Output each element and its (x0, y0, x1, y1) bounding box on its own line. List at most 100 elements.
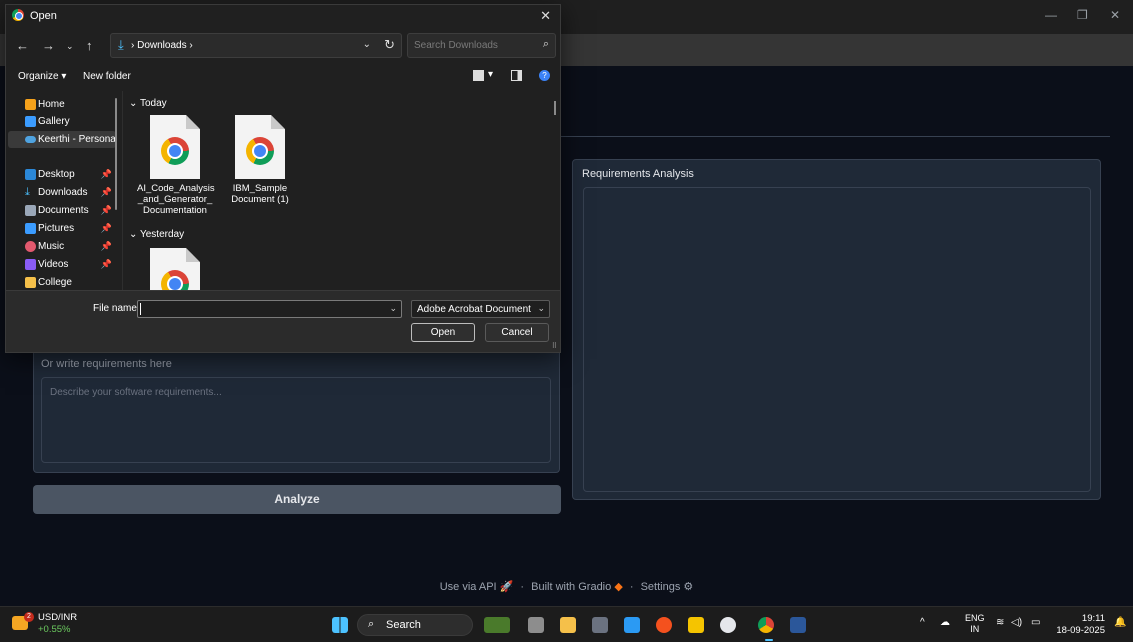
organize-button[interactable]: Organize ▾ (18, 71, 66, 82)
search-icon: ⌕ (542, 38, 549, 50)
chevron-down-icon[interactable]: ⌄ (389, 303, 397, 314)
chrome-icon[interactable] (758, 617, 774, 633)
chevron-down-icon[interactable]: ⌄ (363, 39, 371, 50)
nav-item-home[interactable]: Home (8, 96, 116, 113)
group-label: Yesterday (139, 229, 185, 240)
analyze-button[interactable]: Analyze (33, 485, 561, 514)
nav-label: Pictures (38, 223, 75, 234)
nav-item-videos[interactable]: Videos 📌 (8, 256, 116, 273)
pin-icon[interactable]: 📌 (101, 184, 112, 201)
file-explorer-icon[interactable] (560, 617, 576, 633)
bamboo-widget-icon[interactable] (484, 617, 510, 633)
notifications-icon[interactable]: 🔔 (1114, 617, 1126, 629)
settings-link[interactable]: Settings (641, 581, 681, 593)
taskbar-search[interactable]: ⌕ Search (357, 614, 473, 636)
requirements-textarea[interactable]: Describe your software requirements... (41, 377, 551, 463)
help-icon[interactable]: ? (539, 70, 550, 81)
minimize-icon[interactable]: — (1045, 8, 1057, 22)
pin-icon[interactable]: 📌 (101, 256, 112, 273)
nav-item-onedrive[interactable]: Keerthi - Personal (8, 131, 116, 148)
stock-change: +0.55% (38, 624, 71, 635)
pin-icon[interactable]: 📌 (101, 166, 112, 183)
weather-cloud-icon[interactable]: ☁ (940, 617, 950, 629)
nav-item-pictures[interactable]: Pictures 📌 (8, 220, 116, 237)
chevron-up-icon[interactable]: ^ (920, 617, 925, 629)
text-caret (140, 303, 141, 315)
breadcrumb-downloads[interactable]: Downloads (137, 40, 186, 51)
word-icon[interactable] (790, 617, 806, 633)
file-name-input[interactable]: ⌄ (137, 300, 402, 318)
file-item[interactable]: IBM_Sample Document (1) (222, 115, 298, 205)
language-indicator[interactable]: ENG IN (965, 613, 985, 635)
requirements-output (583, 187, 1091, 492)
windows-taskbar: 2 USD/INR +0.55% ⌕ Search ^ ☁ ENG IN ≋ ◁… (0, 606, 1133, 642)
open-button[interactable]: Open (411, 323, 475, 342)
pictures-icon (25, 223, 36, 234)
dialog-title: Open (30, 10, 57, 22)
vscode-icon[interactable] (624, 617, 640, 633)
mongodb-icon[interactable] (720, 617, 736, 633)
nav-item-music[interactable]: Music 📌 (8, 238, 116, 255)
close-icon[interactable]: ✕ (540, 8, 551, 24)
gradio-logo-icon: ◆ (614, 581, 623, 593)
view-dropdown-icon[interactable]: ▾ (488, 69, 493, 80)
documents-icon (25, 205, 36, 216)
refresh-icon[interactable]: ↻ (384, 37, 395, 53)
nav-label: Videos (38, 259, 69, 270)
chrome-document-icon (150, 115, 200, 179)
use-via-api-link[interactable]: Use via API (440, 581, 497, 593)
start-icon[interactable] (332, 617, 348, 633)
file-type-select[interactable]: Adobe Acrobat Document ⌄ (411, 300, 550, 318)
file-name-line: Documentation (143, 205, 207, 216)
address-breadcrumb[interactable]: ⤓ › Downloads › ⌄ ↻ (110, 33, 402, 58)
built-with-gradio-link[interactable]: Built with Gradio (531, 581, 611, 593)
volume-icon[interactable]: ◁) (1011, 617, 1022, 629)
new-folder-button[interactable]: New folder (83, 71, 131, 82)
recent-locations-icon[interactable]: ⌄ (66, 39, 74, 53)
navigation-pane: Home Gallery Keerthi - Personal Desktop 📌… (6, 91, 122, 290)
file-list: ⌄ Today AI_Code_Analysis _and_Generator_… (124, 91, 560, 290)
nav-item-downloads[interactable]: ⤓ Downloads 📌 (8, 184, 116, 201)
nav-label: Home (38, 99, 65, 110)
battery-icon[interactable]: ▭ (1031, 617, 1040, 629)
search-field[interactable]: Search Downloads ⌕ (407, 33, 556, 58)
nav-label: Documents (38, 205, 89, 216)
file-list-scrollbar[interactable] (554, 101, 556, 115)
preview-pane-icon[interactable] (511, 70, 522, 81)
date: 18-09-2025 (1056, 625, 1105, 636)
pin-icon[interactable]: 📌 (101, 202, 112, 219)
resize-grip-icon[interactable]: ⠿ (552, 342, 557, 350)
app-icon[interactable] (592, 617, 608, 633)
pin-icon[interactable]: 📌 (101, 220, 112, 237)
chrome-logo-icon (12, 9, 24, 21)
gallery-icon (25, 116, 36, 127)
organize-label: Organize (18, 71, 59, 82)
back-arrow-icon[interactable]: ← (16, 39, 29, 53)
view-icon[interactable] (473, 70, 484, 81)
file-item[interactable]: AI_Code_Analysis _and_Generator_ Documen… (137, 115, 215, 216)
wifi-icon[interactable]: ≋ (996, 617, 1004, 629)
nav-item-gallery[interactable]: Gallery (8, 113, 116, 130)
up-arrow-icon[interactable]: ↑ (86, 39, 93, 53)
lang-top: ENG (965, 613, 985, 623)
pane-divider[interactable] (122, 91, 123, 290)
download-icon: ⤓ (118, 37, 124, 52)
file-item[interactable] (137, 248, 213, 290)
task-view-icon[interactable] (528, 617, 544, 633)
postman-icon[interactable] (656, 617, 672, 633)
nav-item-documents[interactable]: Documents 📌 (8, 202, 116, 219)
forward-arrow-icon[interactable]: → (42, 39, 55, 53)
nav-scrollbar[interactable] (115, 98, 117, 210)
clock[interactable]: 19:11 18-09-2025 (1056, 613, 1105, 637)
nav-item-college[interactable]: College (8, 274, 116, 291)
pin-icon[interactable]: 📌 (101, 238, 112, 255)
group-yesterday[interactable]: ⌄ Yesterday (129, 229, 184, 240)
sticky-notes-icon[interactable] (688, 617, 704, 633)
header-divider (560, 136, 1110, 137)
stock-symbol: USD/INR (38, 612, 78, 623)
nav-item-desktop[interactable]: Desktop 📌 (8, 166, 116, 183)
close-window-icon[interactable]: ✕ (1110, 8, 1120, 22)
cancel-button[interactable]: Cancel (485, 323, 549, 342)
restore-icon[interactable]: ❐ (1077, 8, 1088, 22)
group-today[interactable]: ⌄ Today (129, 98, 167, 109)
